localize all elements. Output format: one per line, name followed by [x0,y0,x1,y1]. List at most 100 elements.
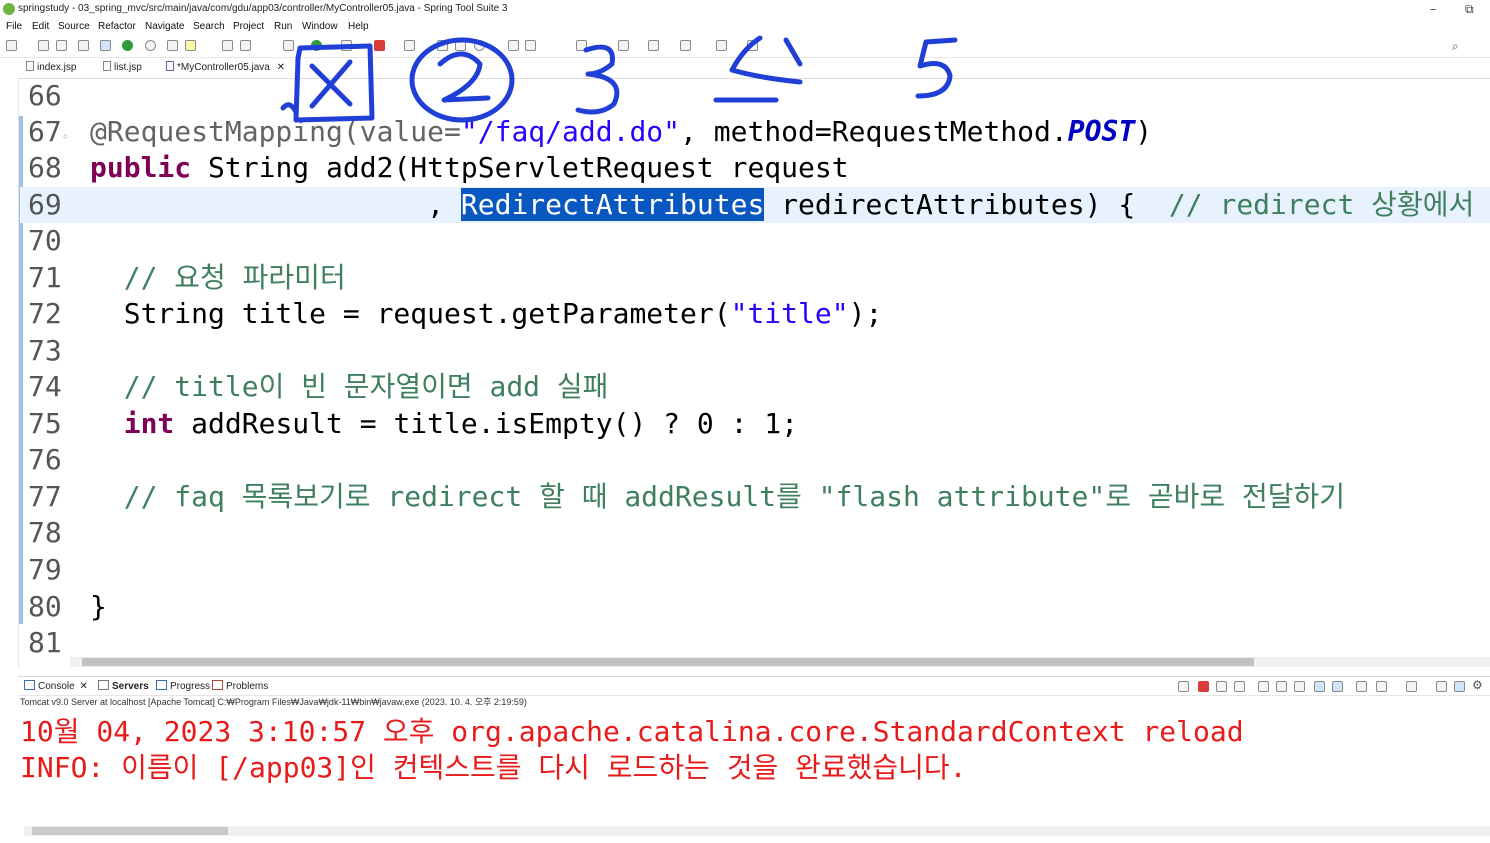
external-tools-icon[interactable] [404,40,415,51]
code-line: 80 } [20,589,1490,625]
servers-icon [98,680,109,690]
close-icon[interactable]: ✕ [277,62,285,73]
menu-help[interactable]: Help [348,21,369,32]
next-annotation-icon[interactable] [576,40,587,51]
show-on-stderr-icon[interactable] [1332,681,1343,692]
ant-icon[interactable] [167,40,178,51]
block-icon[interactable] [240,40,251,51]
line-number: 67◦ [28,115,69,148]
settings-gear-icon[interactable]: ⚙ [1472,678,1483,692]
line-number: 68 [28,151,62,184]
minimize-button[interactable]: – [1430,2,1436,16]
print-icon[interactable] [78,40,89,51]
file-icon [26,61,34,71]
code-text: , RedirectAttributes redirectAttributes)… [90,188,1475,221]
menu-search[interactable]: Search [193,21,225,32]
save-all-icon[interactable] [56,40,67,51]
menu-navigate[interactable]: Navigate [145,21,184,32]
menu-source[interactable]: Source [58,21,90,32]
code-editor[interactable]: 66 67◦ @RequestMapping(value="/faq/add.d… [20,78,1490,668]
open-task-icon[interactable] [455,40,466,51]
format-icon[interactable] [222,40,233,51]
code-line: 74 // title이 빈 문자열이면 add 실패 [20,369,1490,405]
save-icon[interactable] [38,40,49,51]
close-icon[interactable]: ✕ [79,681,87,692]
search-file-icon[interactable] [508,40,519,51]
highlight-icon[interactable] [185,40,196,51]
console-line: INFO: 이름이 [/app03]인 컨텍스트를 다시 로드하는 것을 완료했… [20,751,967,784]
tab-problems[interactable]: Problems [212,680,268,692]
code-line: 73 [20,333,1490,369]
code-line: 79 [20,552,1490,588]
tab-mycontroller05-java[interactable]: *MyController05.java ✕ [166,61,285,77]
pin-console-icon[interactable] [1356,681,1367,692]
java-file-icon [166,61,174,71]
menu-project[interactable]: Project [233,21,264,32]
line-number: 80 [28,590,62,623]
tab-index-jsp[interactable]: index.jsp [26,61,76,77]
menu-file[interactable]: File [6,21,22,32]
console-icon [24,680,35,690]
console-view-tabbar: Console ✕ Servers Progress Problems ⚙ [18,676,1490,696]
run-icon[interactable] [311,40,322,51]
tab-progress[interactable]: Progress [156,680,210,692]
code-line: 71 // 요청 파라미터 [20,260,1490,296]
maximize-view-icon[interactable] [1454,681,1465,692]
code-line: 75 int addResult = title.isEmpty() ? 0 :… [20,406,1490,442]
code-comment: // title이 빈 문자열이면 add 실패 [90,370,609,403]
tab-label: list.jsp [114,62,142,73]
restore-button[interactable]: ⧉ [1465,2,1474,17]
pin-editor-icon[interactable] [747,40,758,51]
search-icon[interactable]: ⌕ [1452,39,1459,54]
code-line: 68 public String add2(HttpServletRequest… [20,150,1490,186]
prev-annotation-icon[interactable] [618,40,629,51]
remove-launch-icon[interactable] [1216,681,1227,692]
tab-servers[interactable]: Servers [98,680,149,692]
window-title: springstudy - 03_spring_mvc/src/main/jav… [18,3,508,14]
show-on-stdout-icon[interactable] [1314,681,1325,692]
word-wrap-icon[interactable] [1294,681,1305,692]
display-console-icon[interactable] [1376,681,1387,692]
menu-run[interactable]: Run [274,21,292,32]
console-output[interactable]: 10월 04, 2023 3:10:57 오후 org.apache.catal… [20,712,1488,822]
line-number: 71 [28,261,62,294]
annotation-icon[interactable] [525,40,536,51]
open-type-icon[interactable] [437,40,448,51]
tab-console[interactable]: Console ✕ [24,680,88,692]
menu-edit[interactable]: Edit [32,21,49,32]
code-text: String title = request.getParameter("tit… [90,297,883,330]
remove-all-icon[interactable] [1234,681,1245,692]
spring-tool-suite-icon [3,3,15,15]
debug-icon[interactable] [283,40,294,51]
code-line: 66 [20,78,1490,114]
new-icon[interactable] [6,40,17,51]
line-number: 81 [28,626,62,659]
stop-icon[interactable] [374,40,385,51]
last-edit-icon[interactable] [648,40,659,51]
back-icon[interactable] [680,40,691,51]
disconnect-icon[interactable] [1178,681,1189,692]
code-line: 81 [20,625,1490,661]
tab-list-jsp[interactable]: list.jsp [103,61,142,77]
start-server-icon[interactable] [122,40,133,51]
terminate-icon[interactable] [1198,681,1209,692]
menu-refactor[interactable]: Refactor [98,21,136,32]
menu-window[interactable]: Window [302,21,338,32]
scrollbar-thumb[interactable] [32,827,228,835]
open-console-icon[interactable] [1406,681,1417,692]
coverage-icon[interactable] [341,40,352,51]
left-trim-strip [0,78,19,668]
clear-console-icon[interactable] [1258,681,1269,692]
minimize-view-icon[interactable] [1436,681,1447,692]
scroll-lock-icon[interactable] [1276,681,1287,692]
toggle-mark-icon[interactable] [100,40,111,51]
editor-horizontal-scrollbar[interactable] [70,657,1490,667]
scrollbar-thumb[interactable] [82,658,1254,666]
selected-text[interactable]: RedirectAttributes [460,188,765,221]
console-horizontal-scrollbar[interactable] [24,826,1490,836]
fold-marker-icon[interactable]: ◦ [62,130,69,144]
web-browser-icon[interactable] [474,40,485,51]
refresh-icon[interactable] [145,40,156,51]
forward-icon[interactable] [716,40,727,51]
line-number: 78 [28,516,62,549]
